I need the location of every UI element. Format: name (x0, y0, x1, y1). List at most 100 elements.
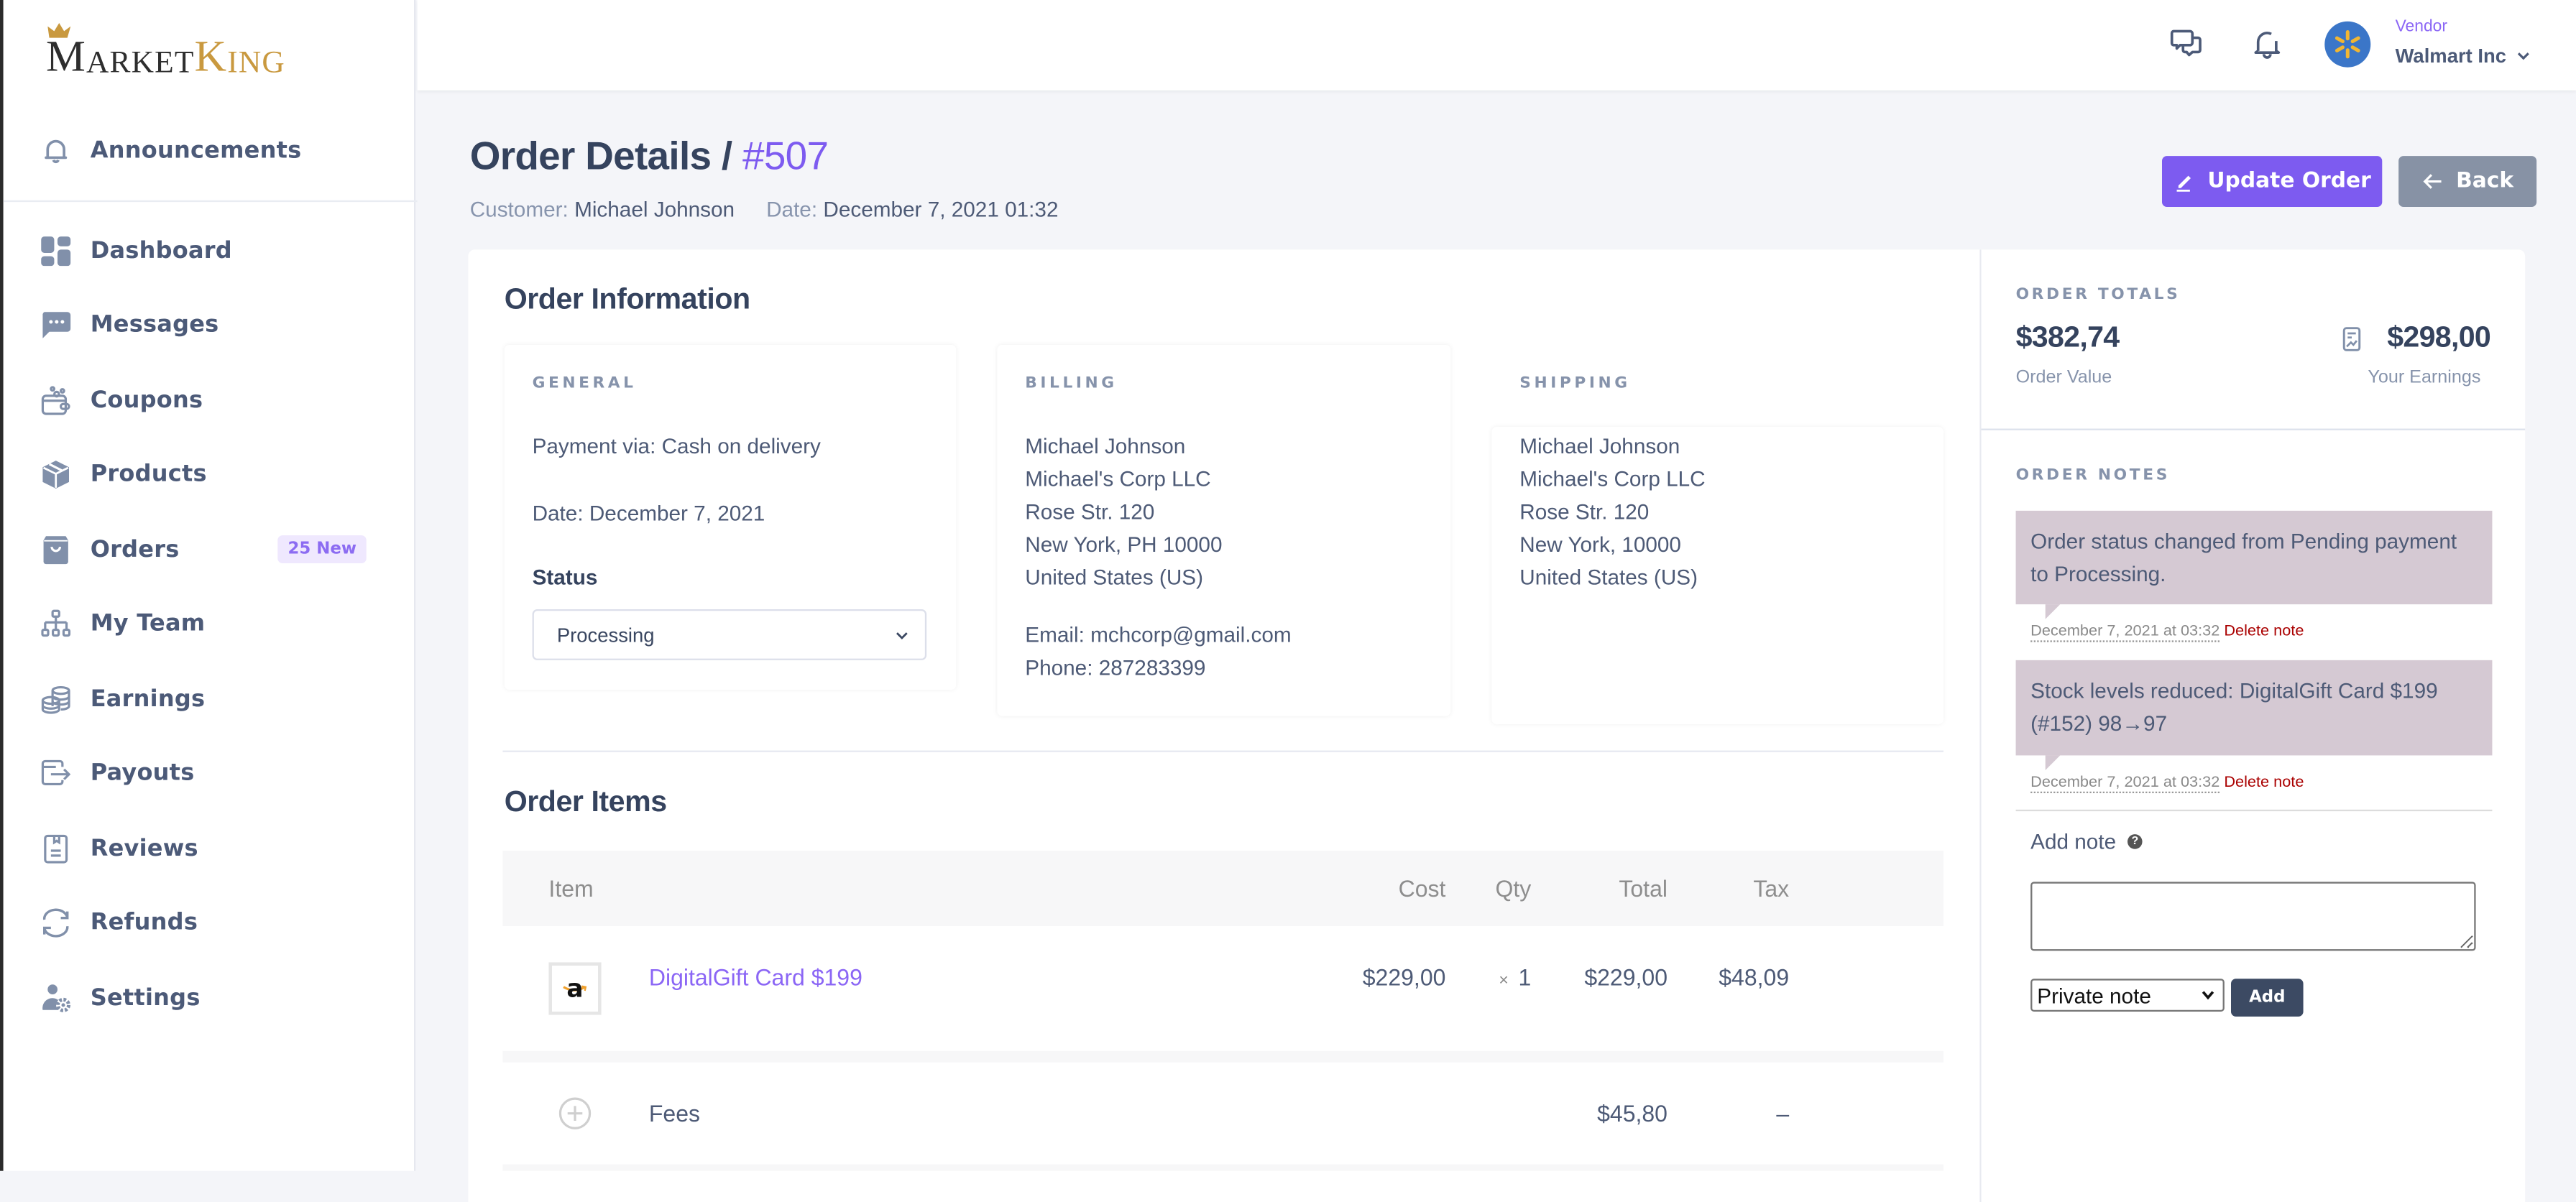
order-main-card: Order Information GENERAL Payment via: C… (468, 249, 1982, 1202)
sidebar-item-orders[interactable]: Orders 25 New (40, 530, 385, 570)
sidebar-item-reviews[interactable]: Reviews (40, 829, 385, 869)
sidebar-item-settings[interactable]: Settings (40, 979, 385, 1018)
earnings-label: Your Earnings (2368, 367, 2481, 388)
product-link[interactable]: DigitalGift Card $199 (649, 964, 862, 991)
sidebar-item-refunds[interactable]: Refunds (40, 903, 385, 943)
fees-label: Fees (648, 1100, 700, 1127)
shipping-title: SHIPPING (1519, 374, 1631, 393)
sidebar-item-messages[interactable]: Messages (40, 305, 385, 345)
sidebar-item-label: My Team (90, 611, 206, 637)
address-line: New York, 10000 (1519, 532, 1681, 557)
sidebar-item-my-team[interactable]: My Team (40, 604, 385, 644)
user-gear-icon (40, 982, 73, 1015)
sidebar-item-earnings[interactable]: Earnings (40, 680, 385, 719)
sidebar-item-dashboard[interactable]: Dashboard (40, 231, 385, 271)
top-bar: Vendor Walmart Inc (417, 0, 2576, 91)
conversations-icon[interactable] (2170, 28, 2203, 61)
row-separator (502, 1050, 1944, 1063)
help-icon[interactable]: ? (2128, 834, 2143, 849)
item-total: $229,00 (1584, 963, 1668, 991)
address-line: United States (US) (1519, 565, 1698, 590)
delete-note-link[interactable]: Delete note (2224, 622, 2304, 640)
logo-text: ING (227, 45, 285, 80)
order-note: Stock levels reduced: DigitalGift Card $… (2015, 660, 2493, 770)
sidebar-item-label: Products (90, 461, 207, 488)
column-total: Total (1619, 875, 1668, 902)
add-note-button[interactable]: Add (2230, 979, 2304, 1017)
vendor-account-dropdown[interactable]: Walmart Inc (2396, 45, 2529, 68)
sidebar-item-label: Announcements (90, 137, 302, 165)
logo-text: ARKET (86, 45, 195, 80)
item-tax: $48,09 (1719, 963, 1790, 991)
order-information-heading: Order Information (504, 282, 750, 315)
amazon-logo-icon: a (566, 974, 584, 1004)
address-line: Rose Str. 120 (1519, 499, 1650, 524)
notes-divider (2015, 809, 2493, 812)
back-label: Back (2456, 169, 2514, 194)
add-fee-icon[interactable] (558, 1097, 592, 1135)
qty-multiplier: × (1499, 972, 1509, 991)
product-thumbnail[interactable]: a (548, 962, 602, 1015)
chat-bubble-icon (40, 309, 73, 342)
address-line: Michael's Corp LLC (1025, 466, 1211, 491)
sidebar-item-coupons[interactable]: Coupons (40, 381, 385, 420)
coins-icon (40, 683, 73, 716)
order-note: Order status changed from Pending paymen… (2015, 510, 2493, 619)
note-textarea[interactable] (2030, 882, 2476, 951)
new-orders-badge: 25 New (277, 535, 367, 563)
vendor-role-label: Vendor (2395, 18, 2448, 37)
customer-label: Customer: (469, 197, 569, 222)
update-order-button[interactable]: Update Order (2161, 156, 2383, 207)
fees-row: Fees $45,80 – (502, 1062, 1944, 1165)
marketking-logo[interactable]: M ARKET K ING (45, 22, 285, 80)
item-cost: $229,00 (1362, 963, 1446, 991)
qty-value: 1 (1518, 963, 1532, 991)
address-line: Rose Str. 120 (1025, 499, 1155, 524)
sidebar-item-label: Reviews (90, 836, 198, 862)
crown-icon (47, 22, 71, 38)
walmart-spark-icon (2334, 30, 2360, 59)
refresh-icon (40, 907, 73, 940)
column-item: Item (548, 875, 594, 902)
arrow-left-icon (2423, 174, 2442, 189)
delete-note-link[interactable]: Delete note (2224, 774, 2304, 792)
review-document-icon (40, 833, 73, 866)
back-button[interactable]: Back (2398, 156, 2537, 207)
status-select[interactable]: Processing (532, 609, 927, 660)
sidebar-item-payouts[interactable]: Payouts (40, 754, 385, 793)
chevron-down-icon (2202, 991, 2214, 1000)
sidebar-item-label: Earnings (90, 686, 206, 713)
sidebar-item-announcements[interactable]: Announcements (40, 131, 385, 171)
sidebar-item-products[interactable]: Products (40, 455, 385, 494)
chevron-down-icon (2516, 52, 2529, 60)
add-note-label: Add note ? (2030, 829, 2143, 854)
pencil-icon (2176, 175, 2191, 192)
shipping-address: Michael Johnson Michael's Corp LLC Rose … (1519, 430, 1705, 595)
order-notes-title: ORDER NOTES (2015, 466, 2171, 485)
customer-name: Michael Johnson (574, 197, 735, 222)
row-separator (502, 1164, 1944, 1171)
note-text: Order status changed from Pending paymen… (2030, 528, 2457, 586)
announcements-section: Announcements (3, 115, 418, 203)
order-items-heading: Order Items (504, 785, 667, 818)
billing-box: BILLING Michael Johnson Michael's Corp L… (997, 344, 1451, 716)
billing-phone: Phone: 287283399 (1025, 655, 1206, 680)
coupon-wallet-icon (40, 384, 73, 417)
section-divider (502, 750, 1944, 752)
column-qty: Qty (1495, 875, 1532, 902)
note-text: Stock levels reduced: DigitalGift Card $… (2030, 678, 2438, 736)
logo-text: M (45, 31, 87, 80)
status-value: Processing (556, 623, 655, 647)
notifications-bell-icon[interactable] (2250, 28, 2283, 61)
items-table-header: Item Cost Qty Total Tax (502, 850, 1944, 927)
vendor-avatar[interactable] (2324, 21, 2371, 68)
fees-total: $45,80 (1597, 1100, 1668, 1127)
note-type-select[interactable]: Private note (2030, 979, 2225, 1012)
address-line: Michael Johnson (1519, 433, 1680, 458)
address-line: New York, PH 10000 (1025, 532, 1223, 557)
bell-icon (40, 134, 73, 167)
payment-method: Payment via: Cash on delivery (532, 433, 821, 458)
general-box: GENERAL Payment via: Cash on delivery Da… (504, 344, 957, 690)
status-label: Status (532, 565, 598, 590)
note-type-value: Private note (2037, 982, 2151, 1008)
